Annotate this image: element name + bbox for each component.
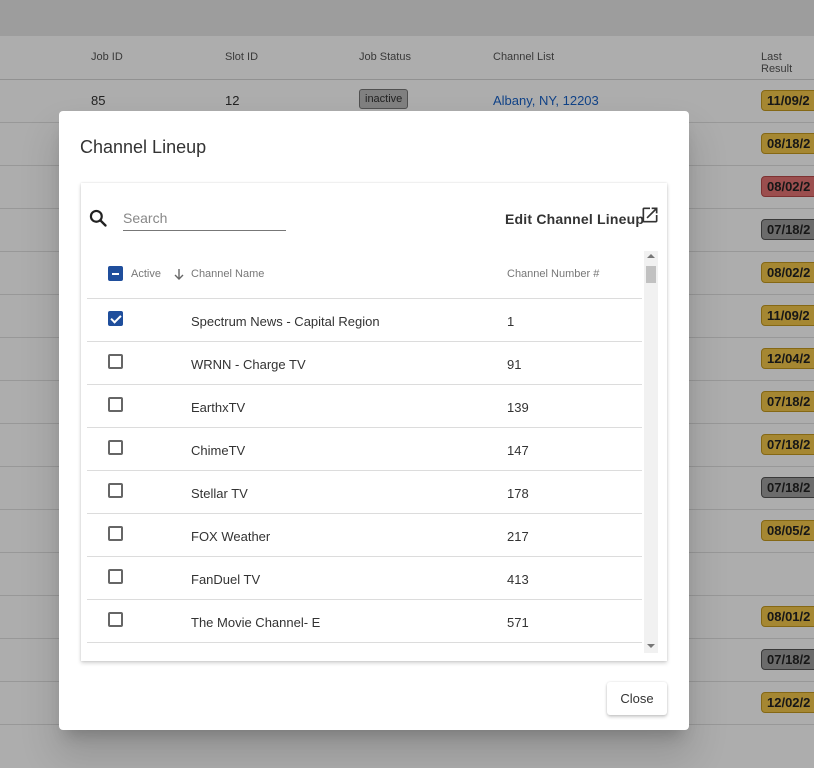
channel-name: WRNN - Charge TV (191, 357, 306, 372)
channel-row[interactable]: Spectrum News - Capital Region 1 (87, 299, 642, 342)
channel-name: Spectrum News - Capital Region (191, 314, 380, 329)
channel-row[interactable]: FOX Weather 217 (87, 514, 642, 557)
channel-active-checkbox[interactable] (108, 311, 123, 326)
channel-number: 178 (507, 486, 529, 501)
header-channel-name[interactable]: Channel Name (191, 268, 264, 280)
channel-table-header: Active Channel Name Channel Number # (87, 251, 642, 299)
search-input[interactable] (123, 205, 286, 231)
channel-number: 1 (507, 314, 515, 329)
scrollbar-thumb[interactable] (646, 266, 656, 283)
close-button[interactable]: Close (607, 682, 667, 715)
header-channel-number[interactable]: Channel Number # (507, 268, 599, 280)
channel-row[interactable]: EarthxTV 139 (87, 385, 642, 428)
channel-number: 217 (507, 529, 529, 544)
dialog-title: Channel Lineup (80, 137, 207, 157)
header-active[interactable]: Active (131, 268, 161, 280)
select-all-checkbox[interactable] (108, 266, 123, 281)
channel-row[interactable]: The Movie Channel- E 571 (87, 600, 642, 643)
open-in-new-icon[interactable] (640, 205, 660, 225)
channel-table-body: Spectrum News - Capital Region 1 WRNN - Ch… (87, 299, 642, 649)
channel-active-checkbox[interactable] (108, 526, 123, 541)
channel-number: 147 (507, 443, 529, 458)
channel-row[interactable]: ChimeTV 147 (87, 428, 642, 471)
channel-table-scrollbar[interactable] (644, 251, 658, 653)
channel-row[interactable]: Stellar TV 178 (87, 471, 642, 514)
channel-active-checkbox[interactable] (108, 397, 123, 412)
channel-active-checkbox[interactable] (108, 569, 123, 584)
channel-active-checkbox[interactable] (108, 612, 123, 627)
scroll-down-arrow-icon[interactable] (647, 644, 655, 648)
channel-active-checkbox[interactable] (108, 483, 123, 498)
channel-number: 91 (507, 357, 522, 372)
channel-number: 139 (507, 400, 529, 415)
channel-name: ChimeTV (191, 443, 246, 458)
channel-name: Stellar TV (191, 486, 248, 501)
channel-row[interactable]: FanDuel TV 413 (87, 557, 642, 600)
scroll-up-arrow-icon[interactable] (647, 254, 655, 258)
channel-lineup-card: Edit Channel Lineup Active Channel Name … (81, 183, 667, 661)
channel-row[interactable]: WRNN - Charge TV 91 (87, 342, 642, 385)
channel-active-checkbox[interactable] (108, 440, 123, 455)
channel-lineup-dialog: Channel Lineup Edit Channel Lineup Activ… (59, 111, 689, 730)
channel-number: 571 (507, 615, 529, 630)
search-icon (89, 209, 107, 227)
edit-channel-lineup-link[interactable]: Edit Channel Lineup (505, 211, 644, 227)
channel-name: FOX Weather (191, 529, 271, 544)
channel-name: FanDuel TV (191, 572, 261, 587)
channel-name: EarthxTV (191, 400, 246, 415)
channel-active-checkbox[interactable] (108, 354, 123, 369)
channel-name: The Movie Channel- E (191, 615, 321, 630)
channel-number: 413 (507, 572, 529, 587)
arrow-down-icon[interactable] (173, 267, 185, 281)
